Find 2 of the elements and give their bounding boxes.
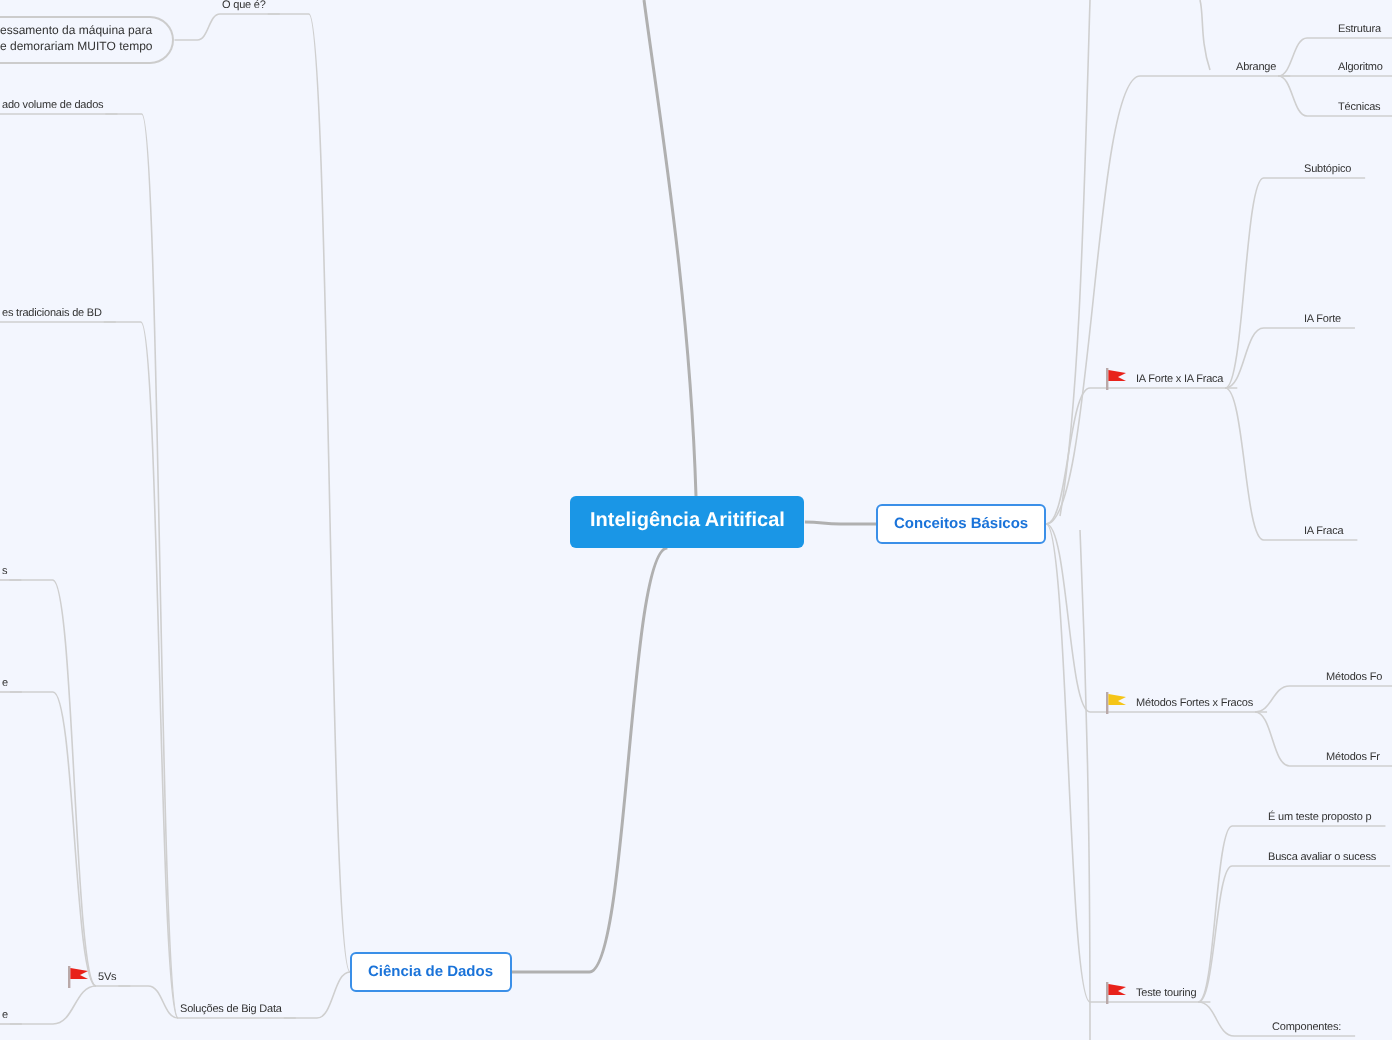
connector-line	[804, 520, 876, 526]
connector-line	[1199, 0, 1211, 71]
